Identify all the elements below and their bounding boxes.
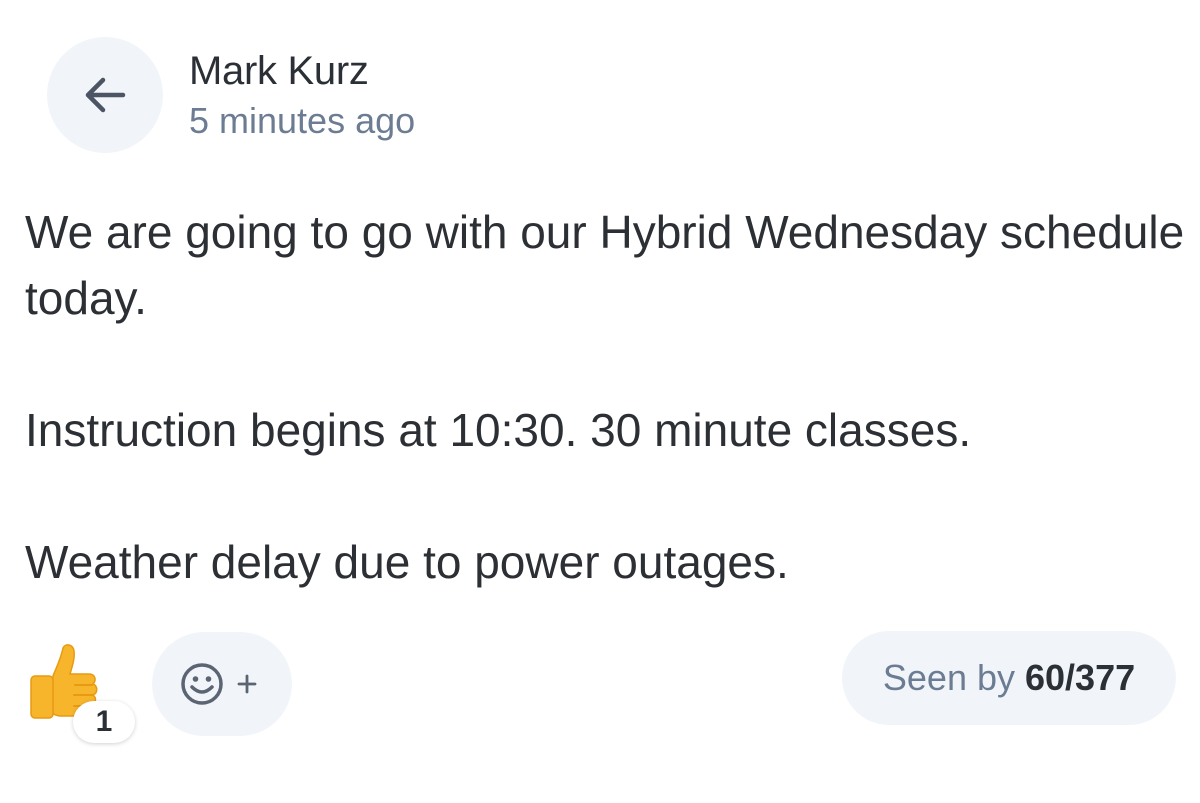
author-name[interactable]: Mark Kurz (189, 47, 369, 95)
add-reaction-button[interactable] (152, 632, 292, 736)
seen-by-count: 60/377 (1025, 657, 1136, 698)
arrow-left-icon (85, 77, 126, 113)
message-paragraph: Weather delay due to power outages. (25, 536, 789, 588)
post-timestamp: 5 minutes ago (189, 100, 416, 141)
back-button[interactable] (47, 37, 163, 153)
message-paragraph: Instruction begins at 10:30. 30 minute c… (25, 404, 972, 456)
smiley-plus-icon (181, 663, 257, 705)
seen-by-button[interactable]: Seen by 60/377 (842, 631, 1176, 725)
seen-by-label: Seen by (882, 657, 1015, 698)
reaction-count: 1 (73, 701, 135, 743)
message-paragraph: We are going to go with our Hybrid Wedne… (25, 206, 1185, 324)
message-body: We are going to go with our Hybrid Wedne… (25, 199, 1185, 595)
